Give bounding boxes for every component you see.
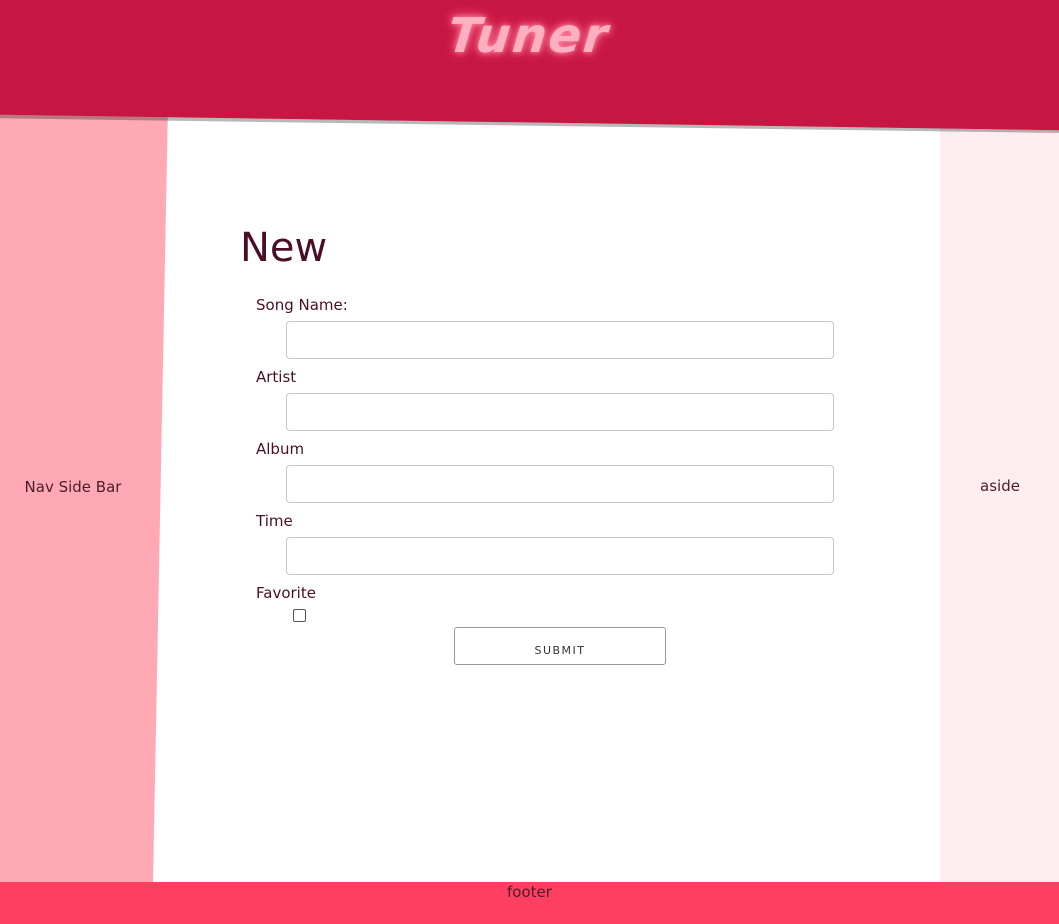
submit-button[interactable]: SUBMIT	[454, 627, 666, 665]
logo[interactable]: Tuner	[0, 8, 1059, 64]
new-song-form: Song Name: Artist Album Time Favorite SU…	[256, 294, 836, 665]
time-input[interactable]	[286, 537, 834, 575]
nav-side-bar	[0, 0, 170, 882]
time-label: Time	[256, 512, 293, 530]
main-content: New Song Name: Artist Album Time Favorit…	[240, 220, 860, 665]
nav-side-bar-label: Nav Side Bar	[24, 478, 122, 496]
footer: footer	[0, 882, 1059, 924]
album-input[interactable]	[286, 465, 834, 503]
song-name-input[interactable]	[286, 321, 834, 359]
footer-label: footer	[507, 883, 552, 901]
artist-input[interactable]	[286, 393, 834, 431]
aside-label: aside	[980, 477, 1020, 495]
album-label: Album	[256, 440, 305, 458]
page: Nav Side Bar aside Tuner New Song Name: …	[0, 0, 1059, 924]
favorite-checkbox[interactable]	[293, 609, 306, 622]
artist-label: Artist	[256, 368, 297, 386]
page-title: New	[240, 225, 328, 271]
favorite-label: Favorite	[256, 584, 316, 602]
song-name-label: Song Name:	[256, 296, 348, 314]
